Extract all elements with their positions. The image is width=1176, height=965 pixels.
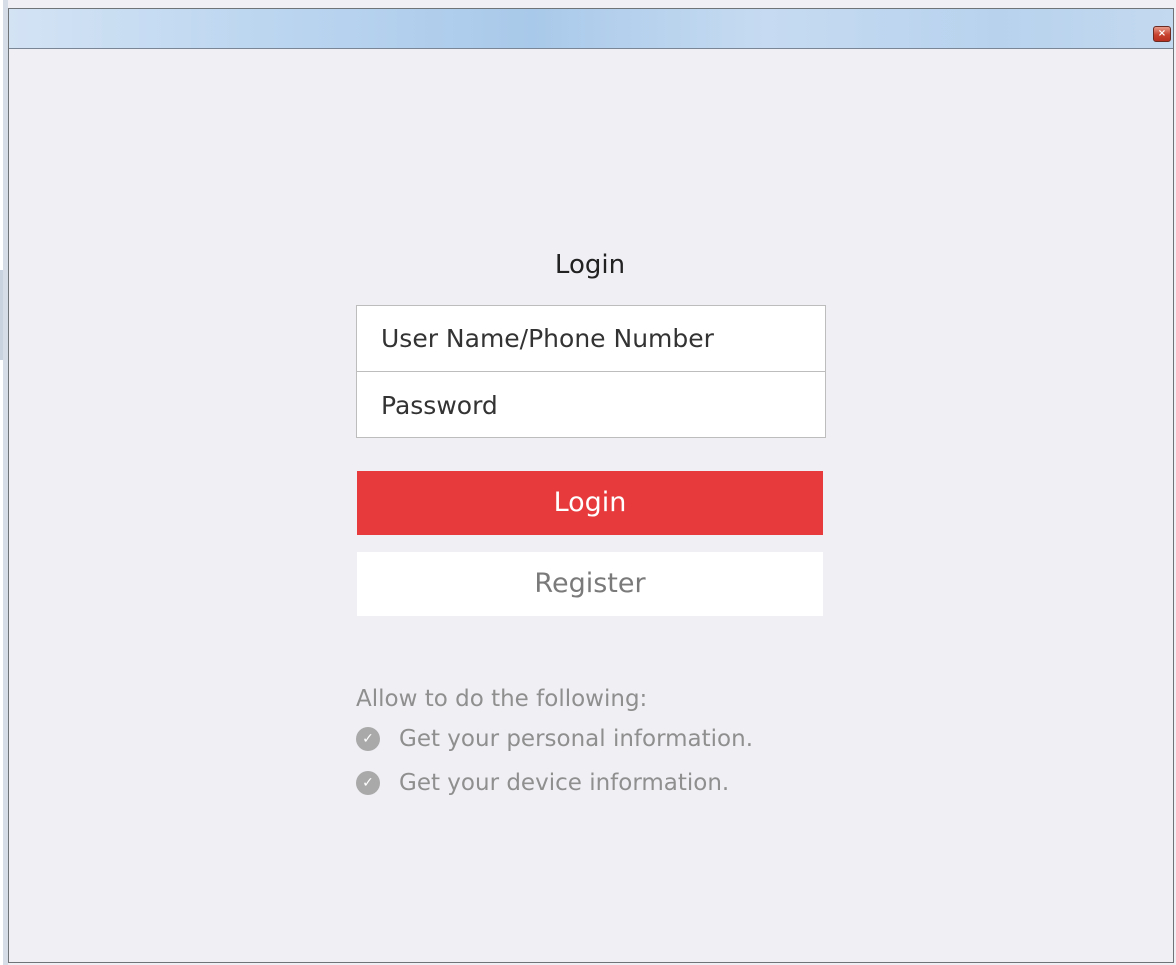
window-left-edge [0, 0, 8, 965]
register-button[interactable]: Register [357, 552, 823, 616]
edge-mark [0, 270, 3, 360]
password-input[interactable] [357, 372, 825, 438]
title-bar[interactable]: × [9, 9, 1173, 49]
permission-label: Get your personal information. [399, 726, 754, 752]
close-button[interactable]: × [1153, 26, 1171, 42]
permission-label: Get your device information. [399, 770, 730, 796]
permission-item: ✓ Get your personal information. [356, 717, 753, 761]
permissions-heading: Allow to do the following: [356, 686, 648, 712]
check-circle-icon: ✓ [356, 727, 380, 751]
login-fields [356, 305, 826, 438]
login-button[interactable]: Login [357, 471, 823, 535]
username-input[interactable] [357, 306, 825, 372]
close-icon: × [1157, 28, 1167, 39]
login-title: Login [554, 250, 626, 280]
permissions-section: Allow to do the following: ✓ Get your pe… [356, 681, 753, 805]
permission-item: ✓ Get your device information. [356, 761, 753, 805]
check-circle-icon: ✓ [356, 771, 380, 795]
